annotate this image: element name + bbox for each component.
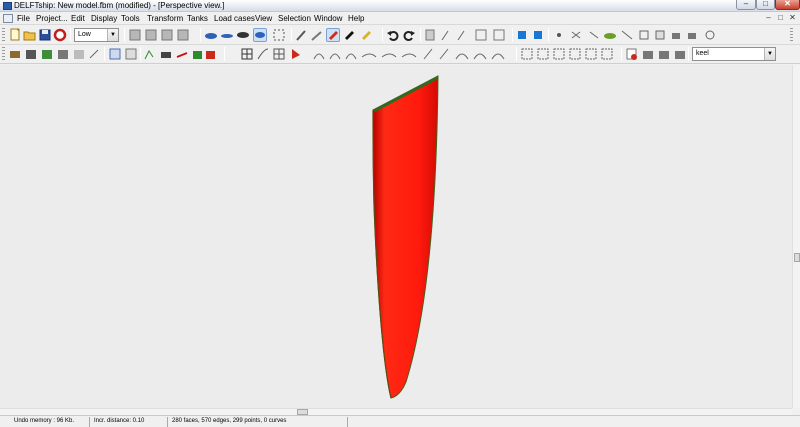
curve-icons[interactable] bbox=[256, 47, 312, 61]
toolbar-separator bbox=[140, 47, 141, 61]
toolbar-separator bbox=[621, 47, 622, 61]
shade-hull-icon bbox=[255, 32, 265, 38]
hull-model-canvas[interactable] bbox=[0, 65, 792, 408]
menu-file[interactable]: File bbox=[17, 14, 30, 23]
toolbar-separator bbox=[124, 28, 125, 42]
mdi-restore-icon[interactable]: □ bbox=[776, 14, 785, 23]
minimize-button[interactable]: – bbox=[736, 0, 756, 10]
toolbar-separator bbox=[688, 47, 689, 61]
red-surface-icon bbox=[329, 31, 338, 40]
section-icons[interactable] bbox=[312, 47, 512, 61]
undo-button[interactable] bbox=[386, 28, 400, 42]
menu-bar: File Project... Edit Display Tools Trans… bbox=[0, 12, 800, 25]
mdi-minimize-icon[interactable]: – bbox=[764, 14, 773, 23]
edit-tool-icons[interactable] bbox=[424, 28, 512, 42]
layer-icons[interactable] bbox=[625, 47, 689, 61]
pencil-icons[interactable] bbox=[295, 28, 325, 42]
menu-selection[interactable]: Selection bbox=[278, 14, 311, 23]
app-icon bbox=[3, 2, 12, 10]
document-icon[interactable] bbox=[3, 14, 13, 23]
menu-view[interactable]: View bbox=[255, 14, 272, 23]
toolbar-grip[interactable] bbox=[2, 28, 5, 42]
grid-icon bbox=[241, 48, 253, 60]
menu-edit[interactable]: Edit bbox=[71, 14, 85, 23]
help-button[interactable] bbox=[53, 28, 67, 42]
maximize-icon: □ bbox=[763, 0, 768, 8]
selection-tool-icons[interactable] bbox=[552, 28, 732, 42]
toolbar-separator bbox=[104, 47, 105, 61]
view-cube-icons[interactable] bbox=[128, 28, 194, 42]
toolbar-separator bbox=[224, 47, 225, 61]
toolbar-separator bbox=[382, 28, 383, 42]
open-folder-icon bbox=[23, 31, 36, 41]
toolbar-separator bbox=[512, 28, 513, 42]
layer-select[interactable]: keel ▼ bbox=[692, 47, 776, 61]
toolbar-separator bbox=[70, 28, 71, 42]
grid-dots-icon[interactable] bbox=[272, 28, 288, 42]
red-surface-button[interactable] bbox=[326, 28, 340, 42]
toolbar-separator bbox=[200, 28, 201, 42]
window-title: DELFTship: New model.fbm (modified) - [P… bbox=[14, 1, 225, 10]
open-button[interactable] bbox=[23, 28, 37, 42]
mdi-close-icon[interactable]: ✕ bbox=[788, 14, 797, 23]
minimize-icon: – bbox=[743, 0, 749, 8]
layout-icons[interactable] bbox=[108, 47, 138, 61]
tank-icons[interactable] bbox=[515, 28, 545, 42]
status-bar: Undo memory : 96 Kb. Incr. distance: 0.1… bbox=[0, 415, 800, 427]
toolbar-separator bbox=[516, 47, 517, 61]
precision-select[interactable]: Low ▼ bbox=[74, 28, 119, 42]
menu-transform[interactable]: Transform bbox=[147, 14, 183, 23]
undo-memory-status: Undo memory : 96 Kb. bbox=[10, 417, 90, 427]
save-icon bbox=[39, 29, 51, 41]
save-button[interactable] bbox=[38, 28, 52, 42]
chevron-down-icon: ▼ bbox=[764, 48, 775, 60]
close-icon: ✕ bbox=[784, 0, 791, 8]
shade-button[interactable] bbox=[253, 28, 267, 42]
toolbar-grip[interactable] bbox=[790, 28, 793, 42]
menu-window[interactable]: Window bbox=[314, 14, 342, 23]
redo-button[interactable] bbox=[402, 28, 416, 42]
mirror-icons[interactable] bbox=[520, 47, 620, 61]
toolbar-separator bbox=[420, 28, 421, 42]
secondary-toolbar: keel ▼ bbox=[0, 45, 800, 64]
close-button[interactable]: ✕ bbox=[775, 0, 800, 10]
menu-load-cases[interactable]: Load cases bbox=[214, 14, 255, 23]
menu-project[interactable]: Project... bbox=[36, 14, 68, 23]
main-toolbar: Low ▼ bbox=[0, 25, 800, 45]
geometry-info-status: 280 faces, 570 edges, 299 points, 0 curv… bbox=[168, 417, 348, 427]
perspective-viewport[interactable] bbox=[0, 65, 792, 408]
menu-help[interactable]: Help bbox=[348, 14, 364, 23]
precision-value: Low bbox=[78, 31, 91, 38]
analysis-icons[interactable] bbox=[143, 47, 223, 61]
horizontal-scrollbar[interactable] bbox=[0, 408, 792, 415]
grid-button[interactable] bbox=[240, 47, 254, 61]
menu-tools[interactable]: Tools bbox=[121, 14, 140, 23]
incr-distance-status: Incr. distance: 0.10 bbox=[90, 417, 168, 427]
redo-icon bbox=[403, 31, 415, 41]
toolbar-separator bbox=[548, 28, 549, 42]
new-file-button[interactable] bbox=[8, 28, 22, 42]
toolbar-separator bbox=[291, 28, 292, 42]
menu-tanks[interactable]: Tanks bbox=[187, 14, 208, 23]
toolbar-grip[interactable] bbox=[2, 47, 5, 61]
surface-tool-icons[interactable] bbox=[343, 28, 377, 42]
chevron-down-icon: ▼ bbox=[107, 29, 118, 41]
title-bar: DELFTship: New model.fbm (modified) - [P… bbox=[0, 0, 800, 12]
layer-value: keel bbox=[696, 50, 709, 57]
new-file-icon bbox=[10, 28, 20, 41]
hydrostatics-icons[interactable] bbox=[8, 47, 104, 61]
help-ring-icon bbox=[53, 28, 67, 42]
maximize-button[interactable]: □ bbox=[756, 0, 775, 10]
vertical-scroll-thumb[interactable] bbox=[794, 253, 800, 262]
undo-icon bbox=[387, 31, 399, 41]
vertical-scrollbar[interactable] bbox=[792, 65, 800, 408]
menu-display[interactable]: Display bbox=[91, 14, 117, 23]
